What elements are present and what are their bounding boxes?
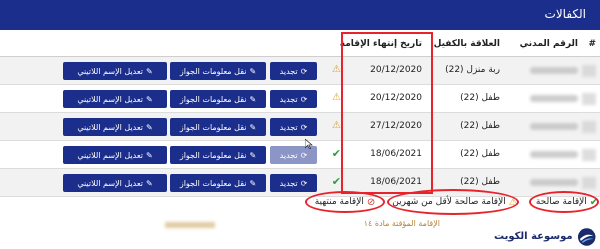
site-logo: موسوعة الكويت (494, 224, 600, 249)
passport-label: نقل معلومات الجواز (179, 122, 247, 132)
warning-icon: ⚠ (332, 92, 341, 103)
logo-mark-icon (577, 227, 596, 246)
civil-id-blurred (530, 123, 578, 130)
relationship-cell: طفل (22) (460, 121, 500, 131)
note-blurred-text (165, 222, 215, 228)
column-civil-id: الرقم المدني (519, 39, 578, 49)
row-number-blurred (582, 149, 596, 161)
relationship-cell: ربة منزل (22) (445, 65, 500, 75)
renew-label: تجديد (279, 66, 298, 76)
edit-latin-name-button[interactable]: ✎ تعديل الإسم اللاتيني (63, 90, 167, 108)
table-row: طفل (22) 20/12/2020 ⚠ ⟳ تجديد ✎ نقل معلومات ال… (0, 85, 600, 113)
refresh-icon: ⟳ (300, 178, 308, 188)
latin-label: تعديل الإسم اللاتيني (77, 66, 143, 76)
passport-info-button[interactable]: ✎ نقل معلومات الجواز (170, 62, 266, 80)
table-row: طفل (22) 27/12/2020 ⚠ ⟳ تجديد ✎ نقل معلومات ال… (0, 113, 600, 141)
edit-icon: ✎ (249, 66, 257, 76)
renew-button[interactable]: ⟳ تجديد (270, 62, 317, 80)
highlight-legend-expiring (387, 189, 519, 215)
highlight-legend-valid (529, 191, 599, 213)
passport-label: نقل معلومات الجواز (179, 66, 247, 76)
passport-info-button[interactable]: ✎ نقل معلومات الجواز (170, 146, 266, 164)
edit-latin-name-button[interactable]: ✎ تعديل الإسم اللاتيني (63, 174, 167, 192)
relationship-cell: طفل (22) (460, 149, 500, 159)
edit-icon: ✎ (145, 94, 153, 104)
column-relationship: العلاقة بالكفيل (433, 39, 500, 49)
table-row: طفل (22) 18/06/2021 ✔ ⟳ تجديد ✎ نقل معلومات ال… (0, 141, 600, 169)
mouse-cursor-icon (305, 139, 313, 149)
renew-button[interactable]: ⟳ تجديد (270, 90, 317, 108)
refresh-icon: ⟳ (300, 150, 308, 160)
passport-label: نقل معلومات الجواز (179, 94, 247, 104)
renew-label: تجديد (279, 94, 298, 104)
table-header: # الرقم المدني العلاقة بالكفيل تاريخ إنت… (0, 30, 600, 57)
highlight-legend-ended (305, 191, 385, 213)
row-number-blurred (582, 65, 596, 77)
civil-id-blurred (530, 179, 578, 186)
latin-label: تعديل الإسم اللاتيني (77, 178, 143, 188)
renew-button[interactable]: ⟳ تجديد (270, 174, 317, 192)
passport-info-button[interactable]: ✎ نقل معلومات الجواز (170, 90, 266, 108)
civil-id-blurred (530, 151, 578, 158)
page-header: الكفالات (0, 0, 600, 30)
relationship-cell: طفل (22) (460, 177, 500, 187)
renew-label: تجديد (279, 122, 298, 132)
check-icon: ✔ (331, 175, 341, 188)
refresh-icon: ⟳ (300, 94, 308, 104)
refresh-icon: ⟳ (300, 122, 308, 132)
edit-icon: ✎ (249, 94, 257, 104)
page-title: الكفالات (544, 7, 586, 21)
warning-icon: ⚠ (332, 120, 341, 131)
column-number: # (588, 39, 596, 49)
civil-id-blurred (530, 95, 578, 102)
edit-icon: ✎ (249, 122, 257, 132)
edit-latin-name-button[interactable]: ✎ تعديل الإسم اللاتيني (63, 62, 167, 80)
warning-icon: ⚠ (332, 64, 341, 75)
table-row: ربة منزل (22) 20/12/2020 ⚠ ⟳ تجديد ✎ نقل معلوم… (0, 57, 600, 85)
edit-icon: ✎ (145, 66, 153, 76)
civil-id-blurred (530, 67, 578, 74)
edit-icon: ✎ (249, 178, 257, 188)
row-number-blurred (582, 177, 596, 189)
renew-label: تجديد (279, 178, 298, 188)
latin-label: تعديل الإسم اللاتيني (77, 94, 143, 104)
renew-button[interactable]: ⟳ تجديد (270, 118, 317, 136)
check-icon: ✔ (331, 147, 341, 160)
highlight-expiry-column (341, 32, 433, 194)
relationship-cell: طفل (22) (460, 93, 500, 103)
edit-icon: ✎ (249, 150, 257, 160)
passport-info-button[interactable]: ✎ نقل معلومات الجواز (170, 174, 266, 192)
row-number-blurred (582, 121, 596, 133)
latin-label: تعديل الإسم اللاتيني (77, 150, 143, 160)
logo-text: موسوعة الكويت (494, 231, 573, 242)
edit-latin-name-button[interactable]: ✎ تعديل الإسم اللاتيني (63, 146, 167, 164)
edit-icon: ✎ (145, 122, 153, 132)
passport-info-button[interactable]: ✎ نقل معلومات الجواز (170, 118, 266, 136)
refresh-icon: ⟳ (300, 66, 308, 76)
renew-label: تجديد (279, 150, 298, 160)
passport-label: نقل معلومات الجواز (179, 150, 247, 160)
edit-icon: ✎ (145, 150, 153, 160)
residency-note: الإقامة المؤقتة مادة ١٤ (363, 219, 440, 228)
edit-icon: ✎ (145, 178, 153, 188)
edit-latin-name-button[interactable]: ✎ تعديل الإسم اللاتيني (63, 118, 167, 136)
latin-label: تعديل الإسم اللاتيني (77, 122, 143, 132)
row-number-blurred (582, 93, 596, 105)
passport-label: نقل معلومات الجواز (179, 178, 247, 188)
